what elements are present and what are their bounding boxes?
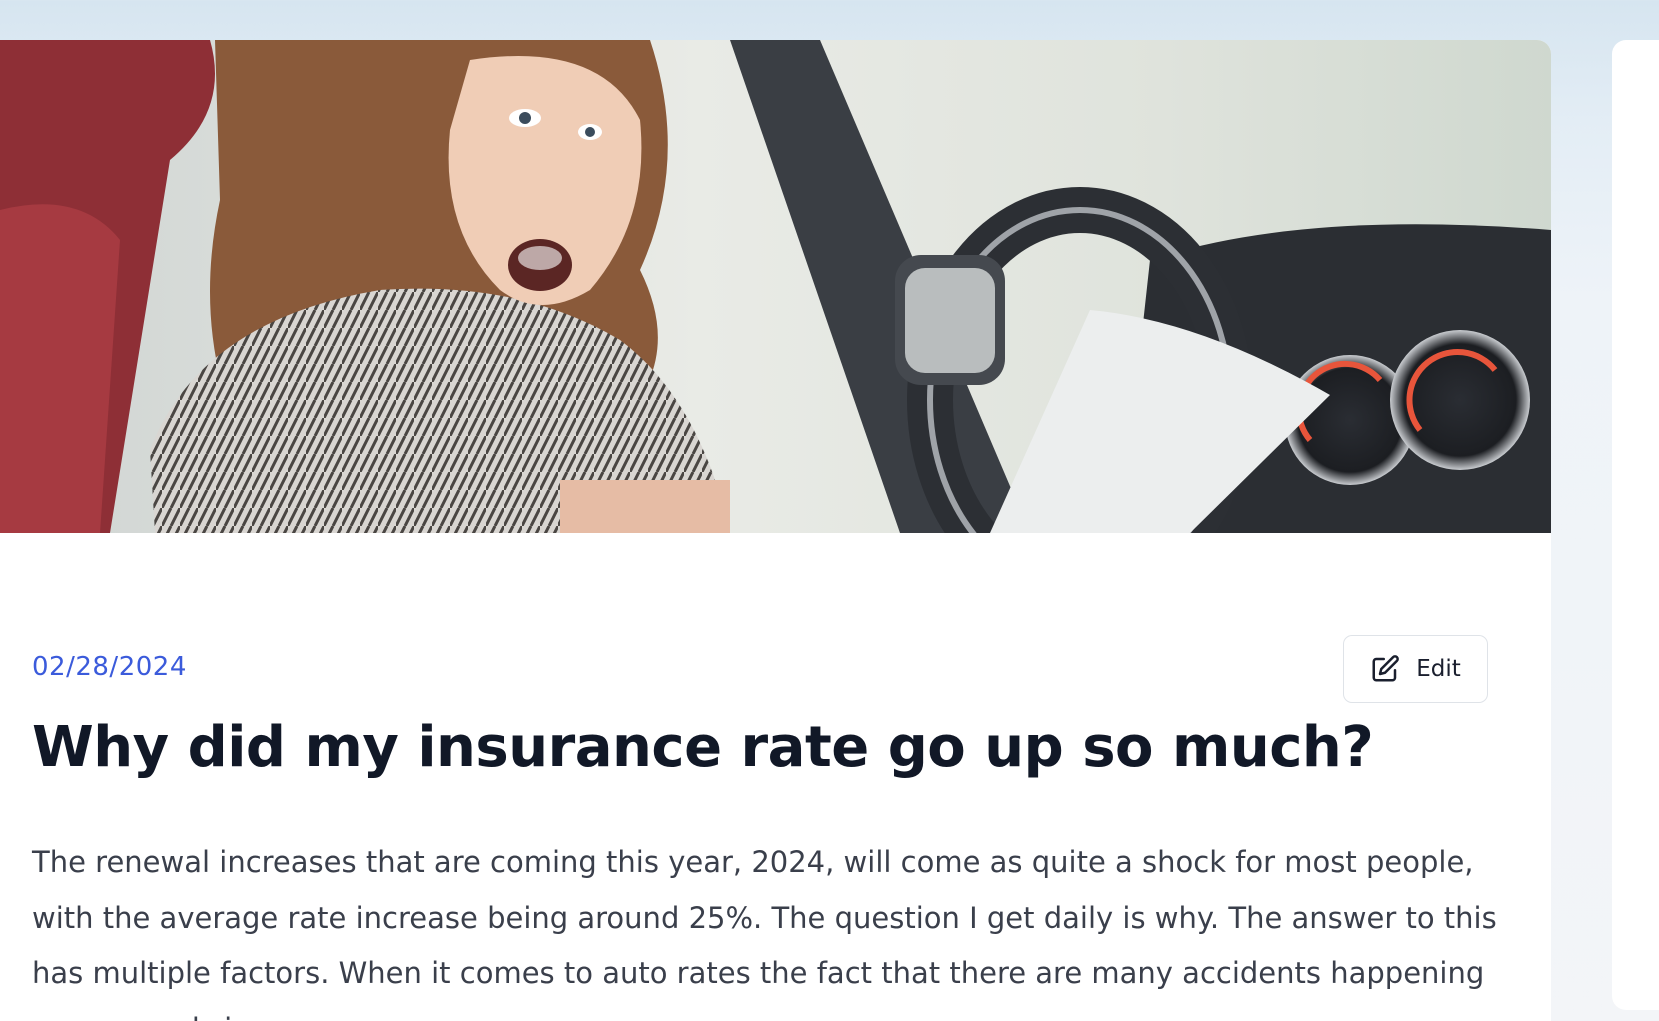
edit-button-label: Edit: [1416, 656, 1461, 682]
hero-image-illustration: [0, 40, 1551, 533]
edit-button[interactable]: Edit: [1343, 635, 1488, 703]
edit-icon: [1370, 654, 1400, 684]
article-body: The renewal increases that are coming th…: [32, 845, 1497, 1021]
article-card: 02/28/2024 Edit Why did my insurance rat…: [0, 40, 1551, 1021]
sidebar-card: [1612, 40, 1659, 1010]
hero-image: [0, 40, 1551, 533]
article-date: 02/28/2024: [32, 652, 187, 682]
article-title: Why did my insurance rate go up so much?: [32, 715, 1374, 780]
